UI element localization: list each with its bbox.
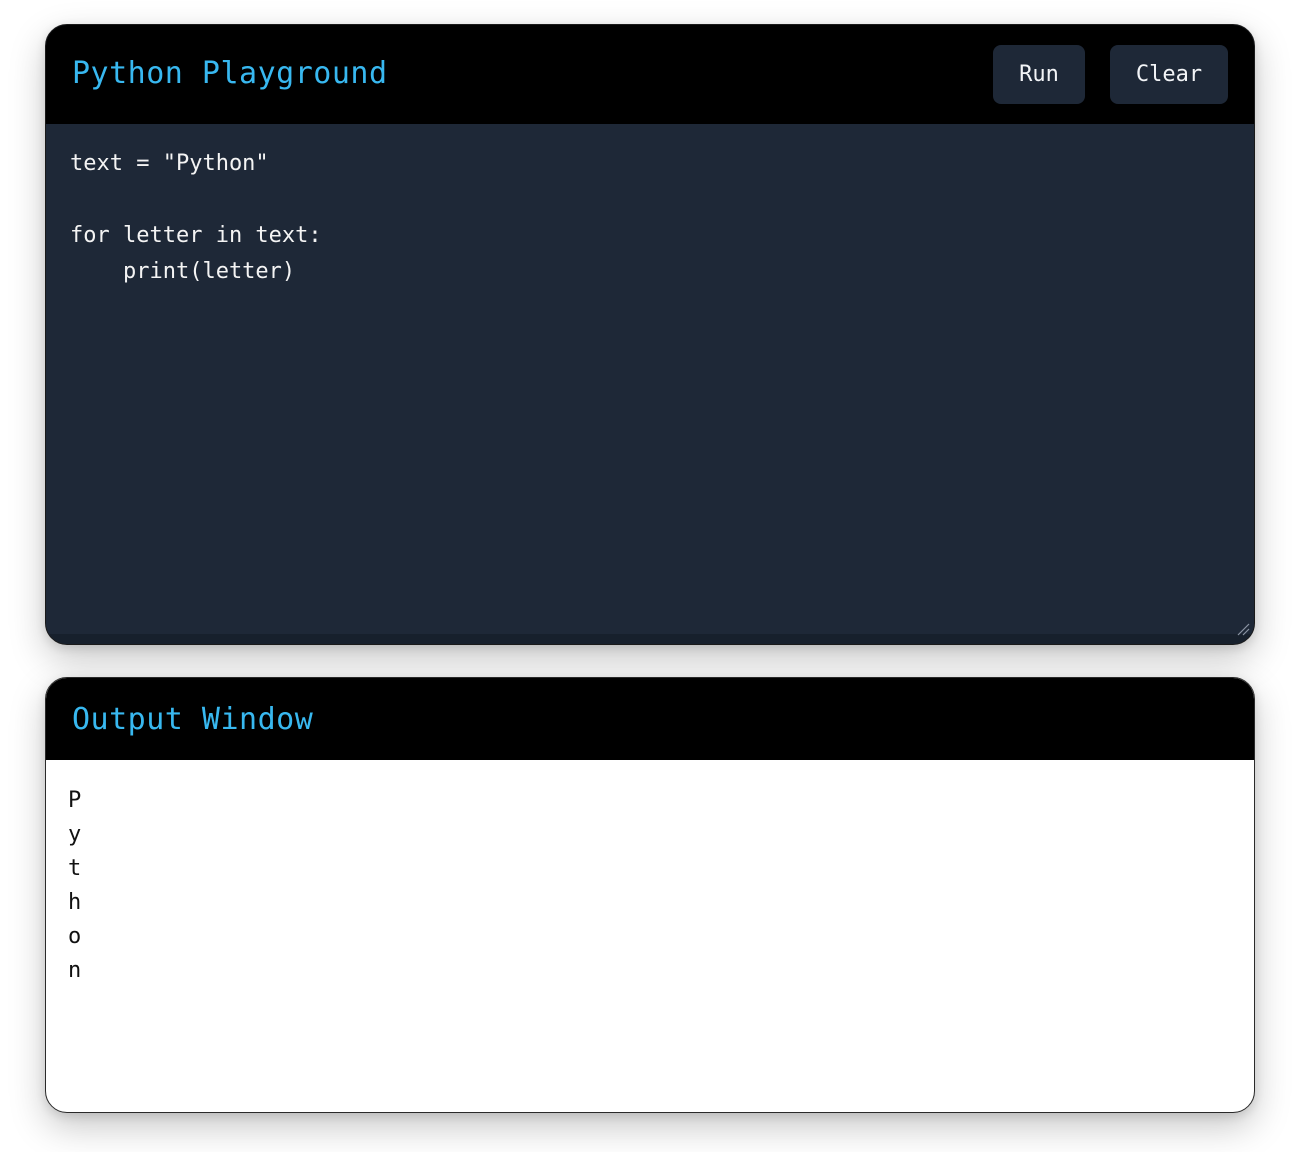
editor-panel: Python Playground Run Clear text = "Pyth… xyxy=(45,24,1255,645)
output-header: Output Window xyxy=(46,678,1254,760)
output-line: P xyxy=(68,788,82,813)
clear-button[interactable]: Clear xyxy=(1110,45,1228,104)
output-body: P y t h o n xyxy=(46,760,1254,1012)
output-line: y xyxy=(68,822,82,847)
code-line: text = "Python" xyxy=(70,151,269,176)
output-line: o xyxy=(68,924,82,949)
editor-title: Python Playground xyxy=(72,56,388,91)
code-editor[interactable]: text = "Python" for letter in text: prin… xyxy=(46,124,1254,635)
run-button[interactable]: Run xyxy=(993,45,1085,104)
output-line: n xyxy=(68,958,82,983)
output-line: h xyxy=(68,890,82,915)
editor-footer xyxy=(46,634,1254,644)
output-panel: Output Window P y t h o n xyxy=(45,677,1255,1113)
code-line: for letter in text: xyxy=(70,223,322,248)
output-line: t xyxy=(68,856,82,881)
output-title: Output Window xyxy=(72,702,314,737)
resize-handle-icon[interactable] xyxy=(1236,622,1250,636)
editor-header: Python Playground Run Clear xyxy=(46,25,1254,124)
code-line: print(letter) xyxy=(70,259,296,284)
